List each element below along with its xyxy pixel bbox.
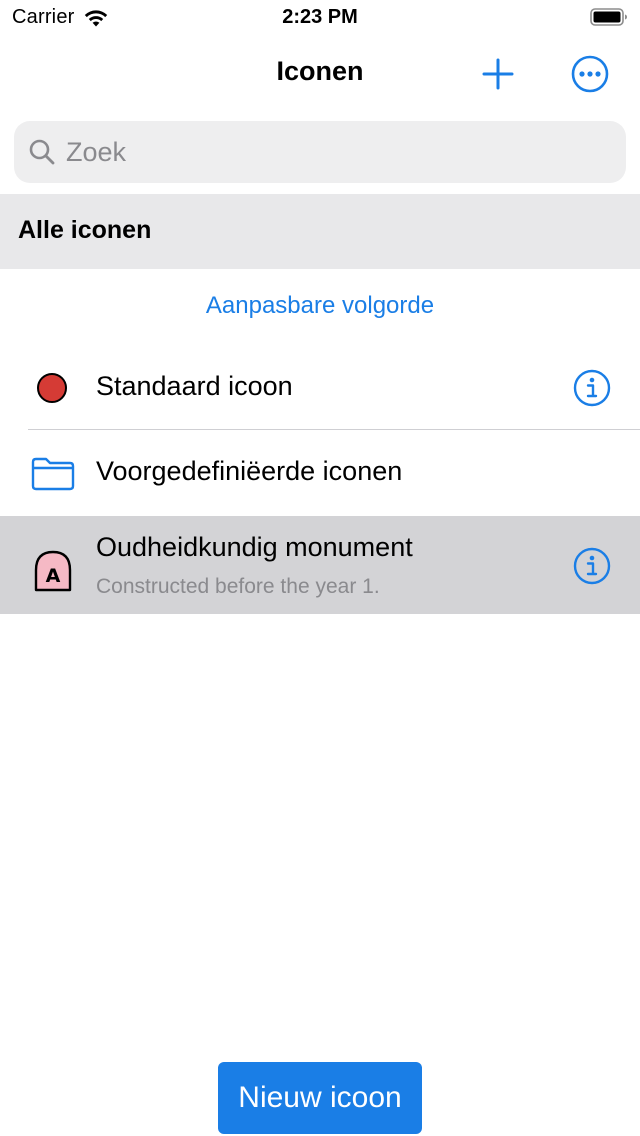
add-button[interactable] (478, 54, 518, 94)
info-icon[interactable] (572, 546, 612, 586)
battery-icon (590, 8, 627, 26)
list-item-subtitle: Constructed before the year 1. (96, 575, 380, 598)
reorder-link[interactable]: Aanpasbare volgorde (0, 292, 640, 320)
list-item-standard-icon[interactable]: Standaard icoon (0, 346, 640, 430)
search-bar[interactable] (14, 121, 626, 183)
section-header: Alle iconen (0, 194, 640, 269)
navigation-bar: Iconen (0, 40, 640, 110)
list-item-monument[interactable]: A Oudheidkundig monument Constructed bef… (0, 516, 640, 614)
list-item-label: Voorgedefiniëerde iconen (96, 456, 403, 486)
page-title: Iconen (276, 56, 364, 86)
more-button[interactable] (568, 52, 612, 96)
monument-a-icon: A (34, 550, 72, 592)
search-input[interactable] (66, 136, 606, 168)
info-icon[interactable] (572, 368, 612, 408)
section-header-label: Alle iconen (18, 216, 152, 244)
list-item-label: Standaard icoon (96, 371, 293, 401)
red-dot-icon (37, 373, 67, 403)
status-bar: Carrier 2:23 PM (0, 0, 640, 40)
ellipsis-circle-icon (571, 55, 609, 93)
search-icon (29, 139, 55, 165)
status-time: 2:23 PM (282, 6, 358, 28)
folder-icon (31, 457, 75, 491)
list-item-label: Oudheidkundig monument (96, 532, 413, 562)
svg-text:A: A (46, 565, 61, 587)
new-icon-button[interactable]: Nieuw icoon (218, 1062, 422, 1134)
list-item-predefined-icons[interactable]: Voorgedefiniëerde iconen (0, 430, 640, 516)
plus-icon (482, 58, 514, 90)
